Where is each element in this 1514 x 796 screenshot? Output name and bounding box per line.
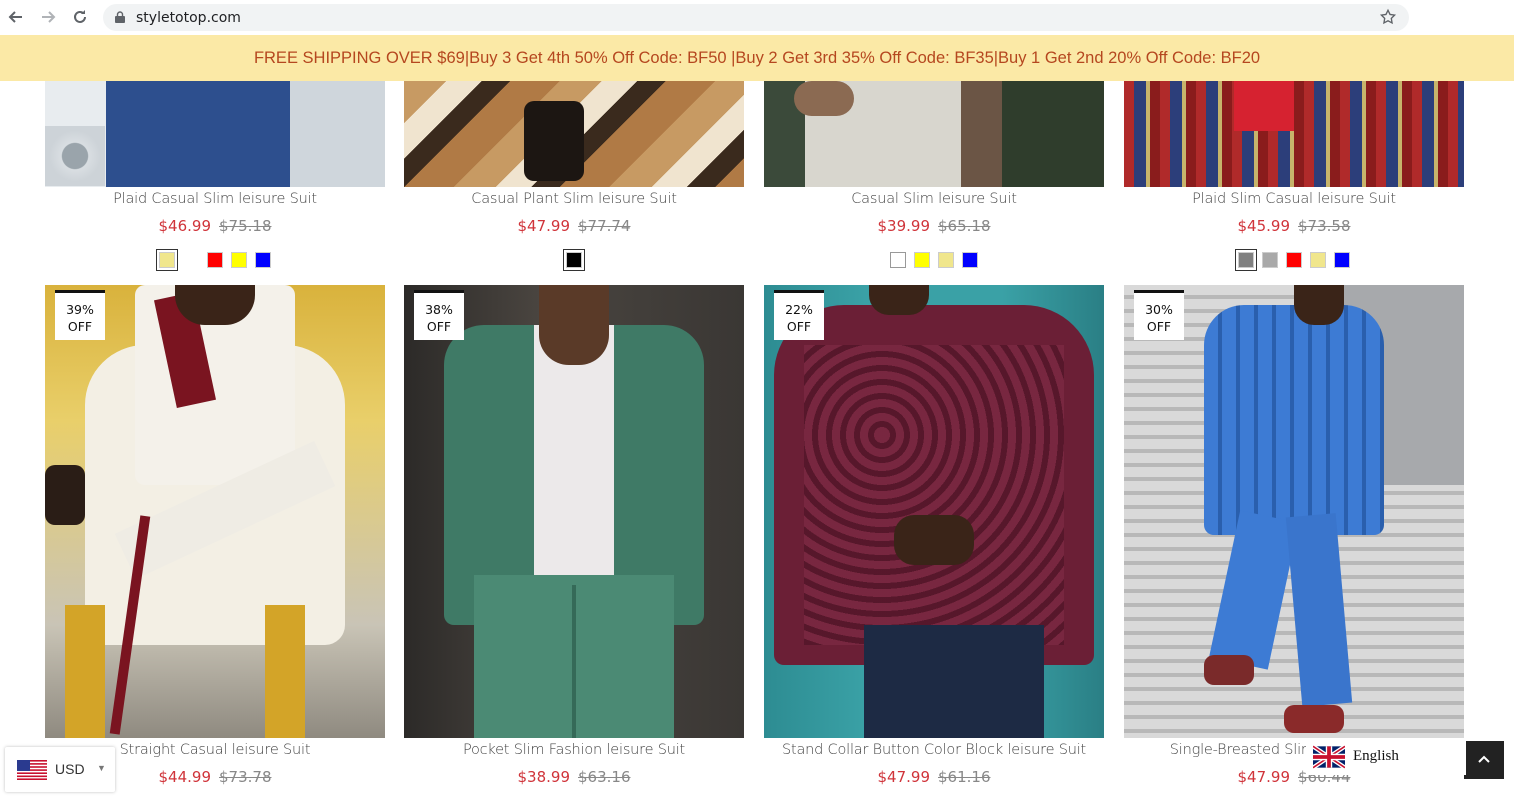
forward-button[interactable] (36, 5, 60, 29)
sale-price: $45.99 (1237, 217, 1291, 235)
language-selector[interactable]: English (1306, 741, 1466, 775)
product-image[interactable]: 38% OFF (404, 285, 744, 738)
swatch-silver[interactable] (1262, 252, 1278, 268)
product-name[interactable]: Casual Plant Slim leisure Suit (404, 191, 744, 207)
arrow-right-icon (42, 11, 56, 23)
discount-percent: 22% (785, 302, 813, 317)
product-image[interactable]: 39% OFF (45, 285, 385, 738)
product-image[interactable] (404, 81, 744, 187)
swatch-blue[interactable] (1334, 252, 1350, 268)
product-name[interactable]: Plaid Slim Casual leisure Suit (1124, 191, 1464, 207)
swatch-blue[interactable] (962, 252, 978, 268)
product-name[interactable]: Plaid Casual Slim leisure Suit (45, 191, 385, 207)
product-price: $47.99 $77.74 (404, 217, 744, 235)
swatch-black[interactable] (563, 249, 585, 271)
product-image[interactable] (1124, 81, 1464, 187)
product-name[interactable]: Pocket Slim Fashion leisure Suit (404, 742, 744, 758)
sale-price: $44.99 (158, 768, 212, 786)
reload-button[interactable] (68, 5, 92, 29)
product-image[interactable]: 30% OFF (1124, 285, 1464, 738)
original-price: $75.18 (219, 217, 272, 235)
product-image[interactable] (45, 81, 385, 187)
discount-off-label: OFF (426, 319, 452, 334)
discount-badge: 39% OFF (55, 290, 105, 340)
product-name[interactable]: Stand Collar Button Color Block leisure … (764, 742, 1104, 758)
original-price: $65.18 (938, 217, 991, 235)
sale-price: $47.99 (877, 768, 931, 786)
product-price: $45.99 $73.58 (1124, 217, 1464, 235)
product-price: $47.99 $61.16 (764, 768, 1104, 786)
sale-price: $38.99 (517, 768, 571, 786)
arrow-up-icon (1478, 755, 1490, 763)
original-price: $73.58 (1298, 217, 1351, 235)
discount-off-label: OFF (67, 319, 93, 334)
currency-selector[interactable]: USD ▼ (5, 747, 115, 792)
swatch-yellow[interactable] (231, 252, 247, 268)
swatch-white[interactable] (183, 252, 199, 268)
discount-off-label: OFF (786, 319, 812, 334)
swatch-red[interactable] (207, 252, 223, 268)
product-name[interactable]: Casual Slim leisure Suit (764, 191, 1104, 207)
color-swatches (1124, 249, 1464, 271)
discount-badge: 22% OFF (774, 290, 824, 340)
discount-off-label: OFF (1146, 319, 1172, 334)
original-price: $63.16 (578, 768, 631, 786)
promo-banner: FREE SHIPPING OVER $69|Buy 3 Get 4th 50%… (0, 35, 1514, 81)
us-flag-icon (17, 760, 47, 780)
color-swatches (45, 249, 385, 271)
swatch-red[interactable] (1286, 252, 1302, 268)
reload-icon (74, 10, 86, 23)
original-price: $61.16 (938, 768, 991, 786)
original-price: $77.74 (578, 217, 631, 235)
sale-price: $47.99 (517, 217, 571, 235)
language-label: English (1353, 748, 1399, 764)
swatch-khaki[interactable] (1310, 252, 1326, 268)
swatch-khaki[interactable] (156, 249, 178, 271)
product-image[interactable]: 22% OFF (764, 285, 1104, 738)
swatch-gray[interactable] (1235, 249, 1257, 271)
discount-badge: 30% OFF (1134, 290, 1184, 340)
product-image[interactable] (764, 81, 1104, 187)
browser-toolbar: styletotop.com (0, 0, 1514, 35)
discount-percent: 39% (66, 302, 94, 317)
product-price: $39.99 $65.18 (764, 217, 1104, 235)
swatch-yellow[interactable] (914, 252, 930, 268)
original-price: $73.78 (219, 768, 272, 786)
back-button[interactable] (4, 5, 28, 29)
sale-price: $39.99 (877, 217, 931, 235)
url-text: styletotop.com (136, 10, 241, 26)
uk-flag-icon (1313, 745, 1345, 769)
discount-percent: 38% (425, 302, 453, 317)
caret-down-icon: ▼ (97, 763, 106, 773)
back-to-top-button[interactable] (1464, 741, 1504, 779)
swatch-blue[interactable] (255, 252, 271, 268)
color-swatches (404, 249, 744, 271)
address-bar[interactable]: styletotop.com (103, 4, 1409, 31)
lock-icon (115, 11, 125, 23)
swatch-khaki[interactable] (938, 252, 954, 268)
bookmark-star-icon[interactable] (1379, 8, 1397, 26)
sale-price: $46.99 (158, 217, 212, 235)
discount-badge: 38% OFF (414, 290, 464, 340)
sale-price: $47.99 (1237, 768, 1291, 786)
color-swatches (764, 252, 1104, 268)
product-price: $46.99 $75.18 (45, 217, 385, 235)
discount-percent: 30% (1145, 302, 1173, 317)
swatch-white[interactable] (890, 252, 906, 268)
arrow-left-icon (8, 11, 22, 23)
product-price: $38.99 $63.16 (404, 768, 744, 786)
currency-code: USD (55, 761, 85, 777)
promo-banner-text: FREE SHIPPING OVER $69|Buy 3 Get 4th 50%… (253, 48, 1261, 67)
